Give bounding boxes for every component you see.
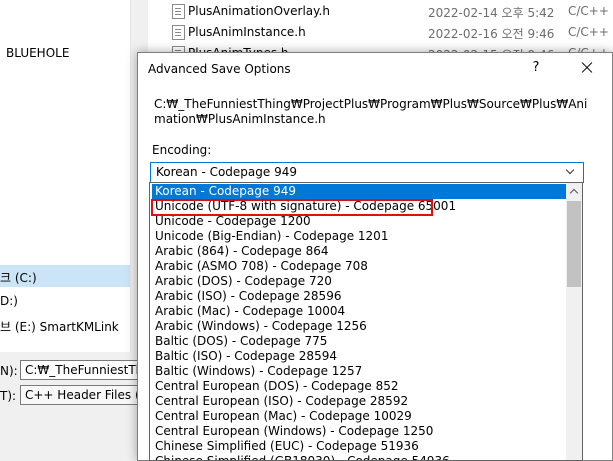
encoding-option[interactable]: Baltic (Windows) - Codepage 1257 [152,364,566,379]
encoding-option[interactable]: Arabic (864) - Codepage 864 [152,244,566,259]
file-type: C/C++ [568,4,609,18]
encoding-option[interactable]: Korean - Codepage 949 [152,184,566,199]
encoding-option[interactable]: Arabic (ISO) - Codepage 28596 [152,289,566,304]
file-name: PlusAnimInstance.h [188,25,306,39]
vertical-scrollbar[interactable] [566,183,582,460]
encoding-option[interactable]: Baltic (ISO) - Codepage 28594 [152,349,566,364]
file-row[interactable]: PlusAnimationOverlay.h 2022-02-14 오후 5:4… [148,0,613,23]
encoding-option[interactable]: Central European (DOS) - Codepage 852 [152,379,566,394]
file-type: C/C++ [568,25,609,39]
filename-label: N): [0,364,18,378]
encoding-selected-value: Korean - Codepage 949 [156,165,297,179]
close-icon[interactable] [558,53,613,83]
help-button[interactable]: ? [514,53,558,83]
encoding-option[interactable]: Chinese Simplified (GB18030) - Codepage … [152,454,566,460]
encoding-option[interactable]: Arabic (DOS) - Codepage 720 [152,274,566,289]
encoding-option[interactable]: Arabic (ASMO 708) - Codepage 708 [152,259,566,274]
encoding-option[interactable]: Chinese Simplified (EUC) - Codepage 5193… [152,439,566,454]
file-list: PlusAnimationOverlay.h 2022-02-14 오후 5:4… [148,0,613,62]
encoding-option[interactable]: Central European (ISO) - Codepage 28592 [152,394,566,409]
file-row[interactable]: PlusAnimInstance.h 2022-02-16 오전 9:46 C/… [148,21,613,44]
file-date: 2022-02-14 오후 5:42 [428,6,555,20]
nav-item-drive-e[interactable]: 브 (E:) SmartKMLink [0,318,119,335]
encoding-label: Encoding: [152,143,212,157]
encoding-select[interactable]: Korean - Codepage 949 [150,162,584,183]
encoding-option[interactable]: Unicode (Big-Endian) - Codepage 1201 [152,229,566,244]
encoding-option[interactable]: Unicode - Codepage 1200 [152,214,566,229]
chevron-down-icon [565,166,577,178]
file-path: C:₩_TheFunniestThing₩ProjectPlus₩Program… [154,97,588,126]
drive-c-label: 크 (C:) [0,271,37,285]
encoding-dropdown-list[interactable]: Korean - Codepage 949 Unicode (UTF-8 with… [149,182,583,461]
scroll-up-icon[interactable] [566,183,582,200]
highlight-annotation-box [151,199,433,216]
encoding-option[interactable]: Arabic (Mac) - Codepage 10004 [152,304,566,319]
header-file-icon [172,4,185,19]
nav-item-bluehole[interactable]: BLUEHOLE [6,46,69,60]
file-date: 2022-02-16 오전 9:46 [428,27,555,41]
nav-item-drive-c[interactable]: 크 (C:) [0,265,130,287]
header-file-icon [172,25,185,40]
encoding-option[interactable]: Arabic (Windows) - Codepage 1256 [152,319,566,334]
nav-item-drive-d[interactable]: D:) [0,294,18,308]
filetype-label: T): [0,389,17,403]
dialog-title: Advanced Save Options [148,62,291,76]
encoding-option[interactable]: Central European (Windows) - Codepage 12… [152,424,566,439]
encoding-option[interactable]: Central European (Mac) - Codepage 10029 [152,409,566,424]
encoding-option[interactable]: Baltic (DOS) - Codepage 775 [152,334,566,349]
scrollbar-thumb[interactable] [567,201,581,287]
file-name: PlusAnimationOverlay.h [188,4,330,18]
